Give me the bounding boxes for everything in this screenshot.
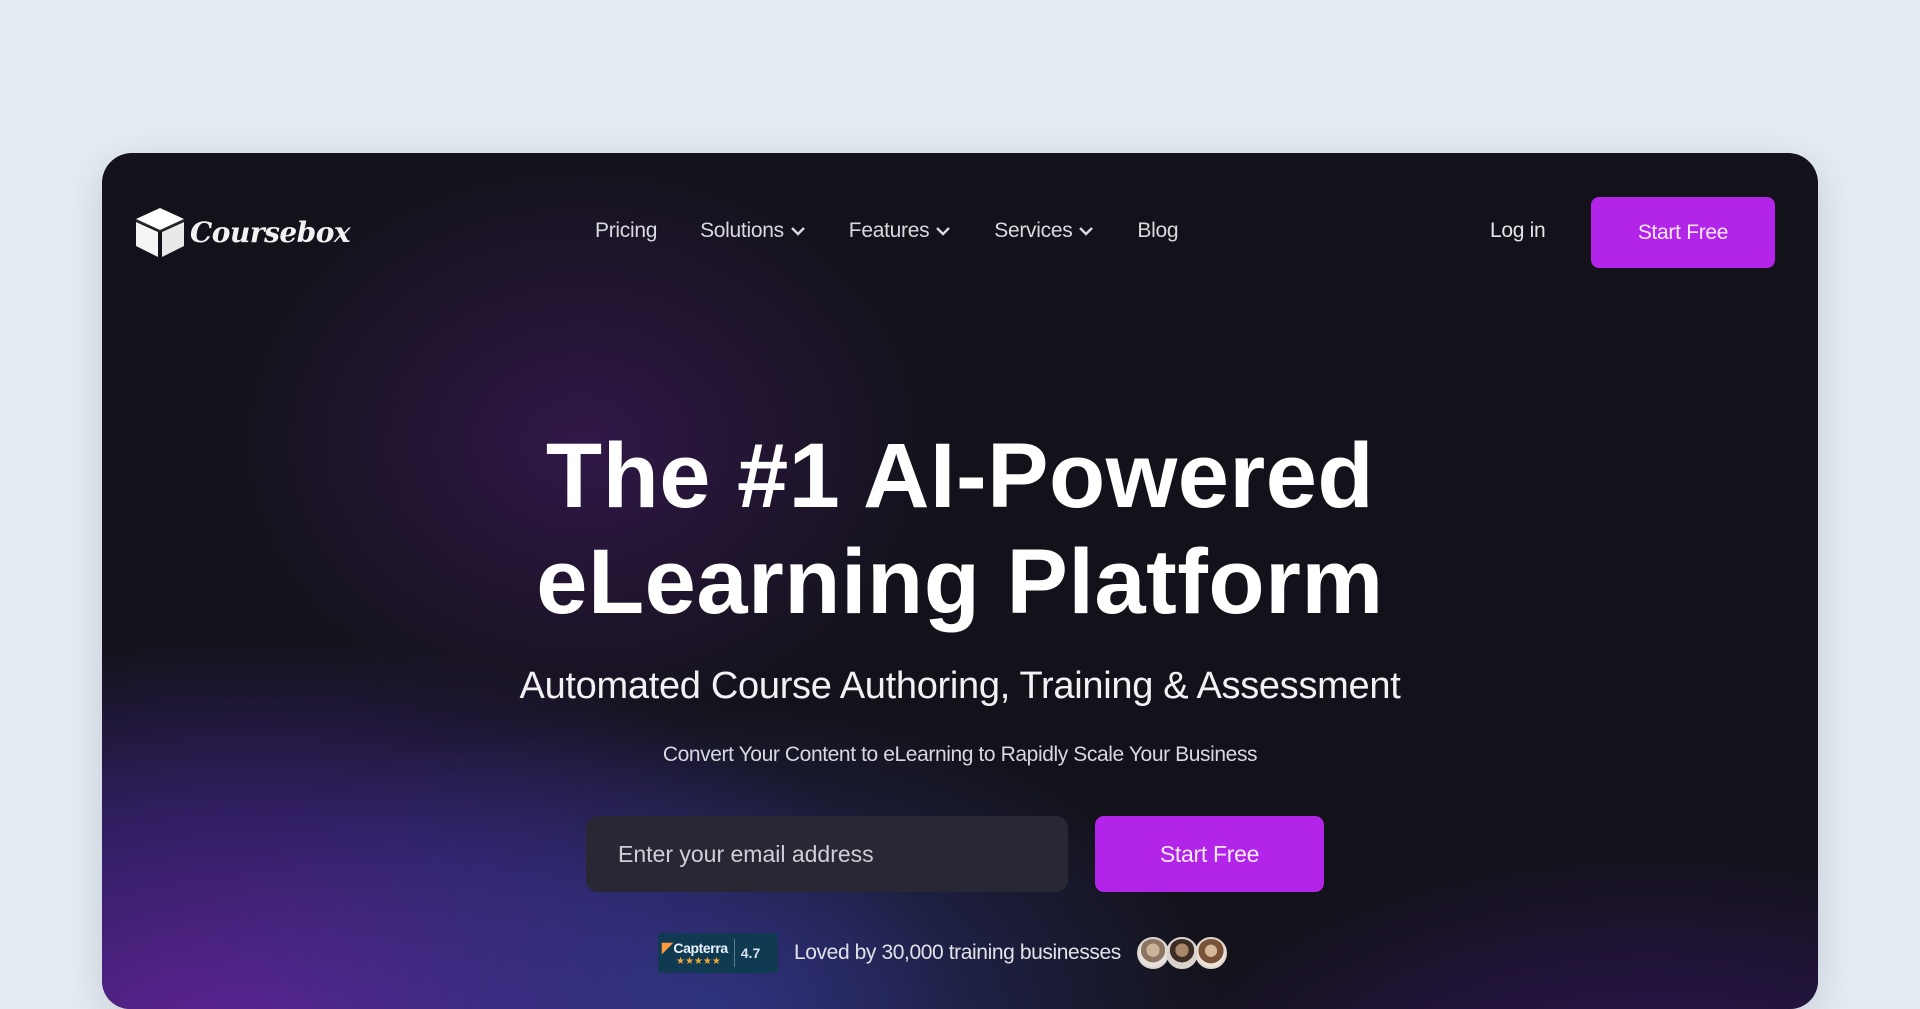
nav-item-features[interactable]: Features <box>849 219 951 243</box>
hero-subtitle: Automated Course Authoring, Training & A… <box>519 665 1401 707</box>
chevron-down-icon <box>790 227 805 236</box>
chevron-down-icon <box>936 227 951 236</box>
nav-item-label: Services <box>994 219 1073 242</box>
social-proof-text: Loved by 30,000 training businesses <box>794 941 1121 964</box>
star-rating-icon: ★★★★★ <box>676 956 721 967</box>
nav-item-blog[interactable]: Blog <box>1137 219 1178 243</box>
nav-item-label: Blog <box>1137 219 1179 242</box>
customer-avatars <box>1136 937 1227 969</box>
top-navigation: Coursebox Pricing Solutions Features Ser… <box>102 153 1818 293</box>
hero-title-line-2: eLearning Platform <box>536 531 1384 633</box>
hero-title: The #1 AI-Powered eLearning Platform <box>102 423 1818 635</box>
avatar <box>1136 937 1169 969</box>
hero-card: Coursebox Pricing Solutions Features Ser… <box>102 153 1818 1009</box>
nav-links: Pricing Solutions Features Services Blog <box>595 219 1221 243</box>
hero-title-line-1: The #1 AI-Powered <box>545 425 1375 527</box>
badge-divider <box>733 939 735 967</box>
avatar <box>1194 937 1227 969</box>
start-free-hero-button[interactable]: Start Free <box>1095 816 1324 892</box>
capterra-logo: ◤ Capterra ★★★★★ <box>662 939 728 967</box>
brand-logo[interactable]: Coursebox <box>132 205 351 259</box>
capterra-label: Capterra <box>673 939 728 956</box>
nav-item-pricing[interactable]: Pricing <box>595 219 657 243</box>
social-proof: ◤ Capterra ★★★★★ 4.7 Loved by 30,000 tra… <box>658 933 1227 973</box>
nav-item-label: Features <box>848 219 930 242</box>
capterra-name: ◤ Capterra <box>662 939 728 956</box>
chevron-down-icon <box>1079 227 1094 236</box>
nav-item-services[interactable]: Services <box>994 219 1094 243</box>
hero-description: Convert Your Content to eLearning to Rap… <box>662 743 1258 766</box>
start-free-nav-button[interactable]: Start Free <box>1591 197 1775 268</box>
capterra-score: 4.7 <box>740 945 761 961</box>
avatar <box>1165 937 1198 969</box>
login-link[interactable]: Log in <box>1490 219 1546 243</box>
signup-form: Start Free <box>586 816 1324 892</box>
brand-name: Coursebox <box>190 215 351 249</box>
capterra-badge[interactable]: ◤ Capterra ★★★★★ 4.7 <box>658 933 778 973</box>
nav-item-label: Pricing <box>595 219 658 242</box>
nav-item-label: Solutions <box>700 219 784 242</box>
nav-item-solutions[interactable]: Solutions <box>700 219 806 243</box>
email-input[interactable] <box>586 816 1068 892</box>
cube-icon <box>135 208 185 257</box>
capterra-arrow-icon: ◤ <box>662 939 673 955</box>
